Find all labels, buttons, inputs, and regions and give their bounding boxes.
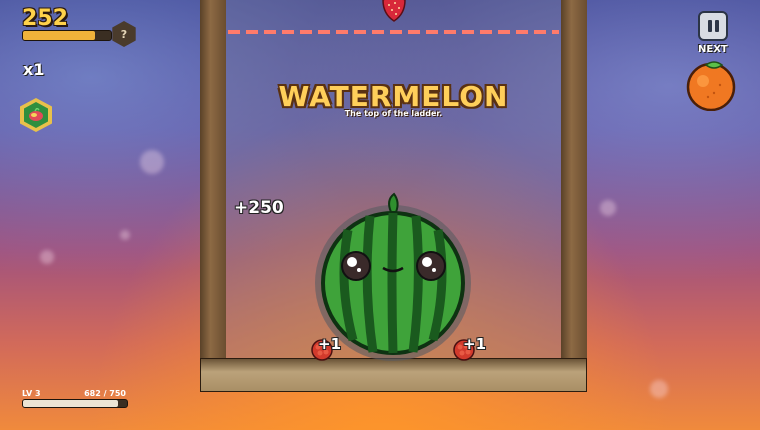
combo-multiplier: x1 xyxy=(23,60,45,79)
game-over-line xyxy=(228,30,559,34)
level-label: LV 3 xyxy=(22,389,41,398)
bokeh-light xyxy=(650,380,668,398)
points-popup-right: +1 xyxy=(463,335,487,353)
fruit-subtitle: The top of the ladder. xyxy=(344,109,443,118)
points-popup-left: +1 xyxy=(318,335,342,353)
jar-wall-right xyxy=(561,0,587,364)
points-popup-main: +250 xyxy=(234,198,284,218)
pause-icon xyxy=(707,20,712,32)
bokeh-light xyxy=(600,200,616,216)
help-button[interactable]: ? xyxy=(112,21,136,47)
pause-icon xyxy=(714,20,719,32)
strawberry-icon[interactable] xyxy=(379,0,409,22)
next-label: NEXT xyxy=(698,44,728,55)
score-value: 252 xyxy=(22,6,68,31)
bokeh-light xyxy=(40,250,54,264)
xp-progress-fill xyxy=(23,400,118,407)
powerup-button[interactable] xyxy=(20,98,52,132)
xp-value: 682 / 750 xyxy=(84,389,126,398)
bokeh-light xyxy=(120,230,130,240)
xp-progress-bar xyxy=(22,399,128,408)
score-progress-bar xyxy=(22,30,112,41)
score-progress-fill xyxy=(23,31,96,40)
fruit-bomb-icon xyxy=(24,102,48,128)
orange-icon xyxy=(686,61,736,111)
jar-wall-left xyxy=(200,0,226,364)
bokeh-light xyxy=(140,150,164,174)
pause-button[interactable] xyxy=(698,11,728,41)
